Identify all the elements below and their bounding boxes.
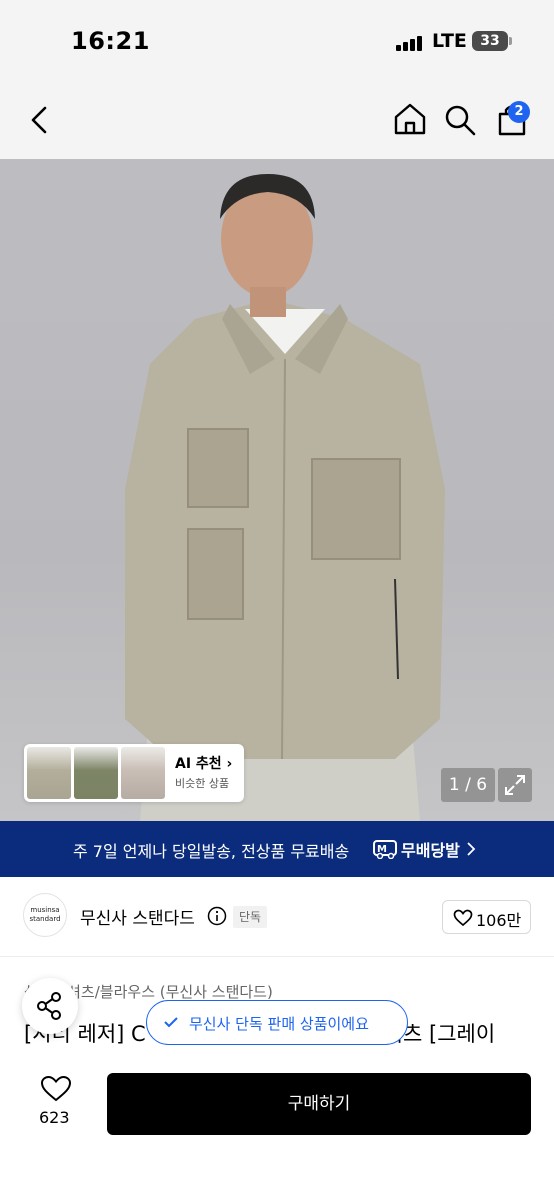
top-nav	[0, 80, 554, 159]
thumbnail-3[interactable]	[121, 747, 165, 799]
share-icon	[37, 992, 61, 1020]
network-label: LTE	[432, 30, 467, 52]
search-icon[interactable]	[442, 102, 478, 138]
thumbnail-1[interactable]	[27, 747, 71, 799]
cart-badge: 2	[508, 101, 530, 123]
brand-like-count: 106만	[476, 911, 522, 930]
battery-tip	[509, 37, 512, 45]
divider	[0, 956, 554, 957]
exclusive-toast: 무신사 단독 판매 상품이에요	[146, 1000, 408, 1045]
brand-like-button[interactable]: 106만	[442, 900, 531, 934]
wishlist-count: 623	[39, 1108, 70, 1127]
ai-recommend-card[interactable]: AI 추천 › 비슷한 상품	[24, 744, 244, 802]
model-photo	[125, 174, 445, 821]
truck-logo-icon: M	[373, 840, 397, 859]
heart-icon	[453, 909, 473, 927]
toast-text: 무신사 단독 판매 상품이에요	[189, 1015, 369, 1033]
delivery-banner[interactable]: 주 7일 언제나 당일발송, 전상품 무료배송 M 무배당발	[0, 821, 554, 877]
wishlist-heart-icon[interactable]	[40, 1075, 72, 1103]
status-bar: 16:21 LTE 33	[0, 0, 554, 80]
page-indicator: 1 / 6	[441, 768, 495, 802]
exclusive-tag: 단독	[233, 906, 268, 928]
banner-text: 주 7일 언제나 당일발송, 전상품 무료배송	[73, 842, 350, 861]
ai-recommend-subtitle: 비슷한 상품	[175, 777, 230, 790]
brand-logo[interactable]: musinsa standard	[23, 893, 67, 937]
buy-button[interactable]: 구매하기	[107, 1073, 531, 1135]
info-icon[interactable]	[207, 906, 227, 926]
check-icon	[164, 1017, 178, 1028]
chevron-right-icon	[467, 842, 476, 856]
expand-icon[interactable]	[498, 768, 532, 802]
banner-brand: 무배당발	[401, 841, 460, 860]
status-time: 16:21	[71, 27, 150, 55]
brand-name[interactable]: 무신사 스탠다드	[80, 904, 195, 929]
thumbnail-2[interactable]	[74, 747, 118, 799]
signal-icon	[396, 35, 426, 51]
home-icon[interactable]	[391, 100, 429, 138]
battery-icon: 33	[472, 31, 508, 51]
product-image[interactable]	[0, 159, 554, 821]
back-icon[interactable]	[24, 102, 58, 138]
share-button[interactable]	[22, 978, 78, 1034]
ai-recommend-label: AI 추천 ›	[175, 756, 233, 772]
